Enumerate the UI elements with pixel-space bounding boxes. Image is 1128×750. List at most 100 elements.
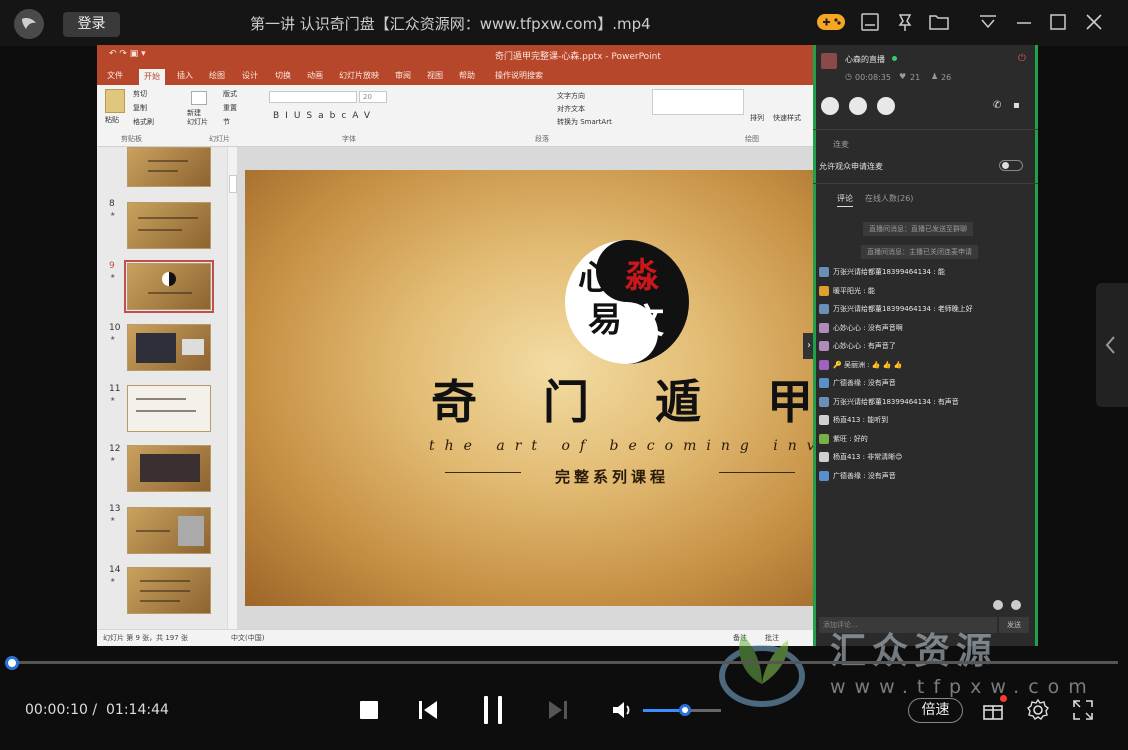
live-stream-panel: 心森的直播 ⏻ ◷ 00:08:35 ♥ 21 ♟ 26 ✆ ▪ 连麦 允许观众… <box>813 45 1038 646</box>
undo-icon: ↶ ↷ ▣ ▾ <box>109 49 146 59</box>
volume-handle[interactable] <box>679 704 691 716</box>
group-font: 字体 <box>342 135 356 143</box>
close-icon[interactable] <box>1083 11 1105 33</box>
side-panel-toggle[interactable] <box>1096 283 1128 407</box>
chat-avatar <box>819 285 829 296</box>
folder-icon[interactable] <box>928 11 950 33</box>
chat-message: 广德善缘 : 没有声音 <box>819 378 896 388</box>
viewers-icon: ♟ <box>931 72 939 81</box>
viewers-count: 26 <box>941 73 952 82</box>
chevron-left-icon <box>1105 336 1115 354</box>
previous-button[interactable] <box>416 698 440 722</box>
tab-comments: 评论 <box>837 193 853 207</box>
maximize-icon[interactable] <box>1047 11 1069 33</box>
ppt-tell-me: 操作说明搜索 <box>495 71 543 80</box>
slide-star-icon: ★ <box>110 516 116 523</box>
slide: 心 淼 易 文 奇门遁甲 the art of becoming invisib… <box>245 170 913 606</box>
progress-handle[interactable] <box>5 656 19 670</box>
system-message: 直播间消息：主播已关闭连麦申请 <box>861 245 978 259</box>
chat-user: 🔑 吴丽洲 <box>833 360 865 369</box>
cut-label: 剪切 <box>133 90 147 98</box>
clock-icon: ◷ <box>845 72 852 81</box>
notes-button: 备注 <box>733 634 747 642</box>
slide-number: 13 <box>109 504 121 514</box>
ppt-tab-insert: 插入 <box>177 71 193 80</box>
chat-avatar <box>819 378 829 388</box>
chat-user: 心妙心心 <box>833 323 861 332</box>
ppt-status-bar: 幻灯片 第 9 张，共 197 张 中文(中国) 备注 批注 <box>97 629 813 646</box>
ppt-document-title: 奇门遁甲完整课-心森.pptx - PowerPoint <box>495 52 661 62</box>
progress-bar[interactable] <box>12 661 1118 664</box>
chat-avatar <box>819 341 829 351</box>
copy-label: 复制 <box>133 104 147 112</box>
slide-star-icon: ★ <box>110 211 116 218</box>
menu-icon[interactable] <box>977 11 999 33</box>
align-text-label: 对齐文本 <box>557 105 585 113</box>
paste-icon <box>105 89 125 113</box>
group-drawing: 绘图 <box>745 135 759 143</box>
minimize-icon[interactable] <box>1013 11 1035 33</box>
ppt-title-bar: ↶ ↷ ▣ ▾ 奇门遁甲完整课-心森.pptx - PowerPoint <box>97 45 813 67</box>
new-slide-label: 新建 幻灯片 <box>187 109 208 126</box>
chat-text: 没有声音 <box>867 379 896 387</box>
language-status: 中文(中国) <box>231 634 265 642</box>
paste-label: 粘贴 <box>105 116 119 124</box>
chat-user: 万张兴请给都董18399464134 <box>833 268 931 276</box>
slide-thumbnail <box>127 567 211 614</box>
stop-button[interactable] <box>358 699 380 721</box>
chat-avatar <box>819 396 829 407</box>
slide-number: 12 <box>109 444 121 454</box>
chat-message: 🔑 吴丽洲 : 👍 👍 👍 <box>819 359 903 370</box>
slide-thumbnail <box>127 445 211 492</box>
settings-gear-icon[interactable] <box>1026 698 1050 722</box>
chat-text: 没有声音 <box>867 471 896 480</box>
slide-number: 14 <box>109 565 121 575</box>
chat-avatar <box>819 433 829 444</box>
app-logo[interactable] <box>14 9 44 39</box>
window-title: 第一讲 认识奇门盘【汇众资源网：www.tfpxw.com】.mp4 <box>250 15 651 33</box>
playback-speed-button[interactable]: 倍速 <box>908 698 963 723</box>
chat-avatar <box>819 304 829 314</box>
decorative-line <box>445 472 521 473</box>
ppt-tab-transitions: 切换 <box>275 71 291 80</box>
next-button[interactable] <box>546 698 570 722</box>
chat-user: 万张兴请给都董18399464134 <box>833 397 931 406</box>
slide-number: 10 <box>109 323 121 333</box>
pin-icon[interactable] <box>894 11 916 33</box>
login-button[interactable]: 登录 <box>63 12 120 37</box>
chat-text: 没有声音啊 <box>867 323 903 332</box>
chat-avatar <box>819 470 829 481</box>
slide-number: 8 <box>109 199 115 209</box>
slide-star-icon: ★ <box>110 273 116 280</box>
pause-button[interactable] <box>478 693 508 727</box>
slide-position: 幻灯片 第 9 张，共 197 张 <box>103 634 188 642</box>
ppt-tab-design: 设计 <box>242 71 258 80</box>
ppt-tab-home: 开始 <box>139 69 165 85</box>
group-clipboard: 剪贴板 <box>121 135 142 143</box>
volume-icon[interactable] <box>610 698 634 722</box>
slide-canvas: 心 淼 易 文 奇门遁甲 the art of becoming invisib… <box>237 147 913 629</box>
comments-button: 批注 <box>765 634 779 642</box>
avatar <box>821 53 837 69</box>
arrange-label: 排列 <box>750 114 764 122</box>
playlist-icon[interactable] <box>859 11 881 33</box>
chat-user: 心妙心心 <box>833 342 861 350</box>
chat-text: 👍 👍 👍 <box>871 360 903 369</box>
emoji-icon <box>1011 600 1021 610</box>
slide-star-icon: ★ <box>110 577 116 584</box>
chat-message: 杨直413 : 能听到 <box>819 415 888 425</box>
quick-styles-label: 快速样式 <box>773 114 801 122</box>
chat-message: 万张兴请给都董18399464134 : 老师晚上好 <box>819 304 973 314</box>
reset-label: 重置 <box>223 104 237 112</box>
chat-user: 紫旺 <box>833 434 847 443</box>
notification-dot <box>1000 695 1007 702</box>
camera-icon <box>821 97 839 115</box>
video-frame[interactable]: ↶ ↷ ▣ ▾ 奇门遁甲完整课-心森.pptx - PowerPoint 文件 … <box>97 45 1038 646</box>
comment-input: 添加评论... <box>819 617 997 633</box>
ppt-ribbon-tabs: 文件 开始 插入 绘图 设计 切换 动画 幻灯片放映 审阅 视图 帮助 操作说明… <box>97 67 813 85</box>
font-size-value: 20 <box>363 93 372 101</box>
game-icon[interactable] <box>816 10 846 34</box>
decorative-line <box>719 472 795 473</box>
fullscreen-icon[interactable] <box>1071 698 1095 722</box>
chat-text: 有声音了 <box>867 342 896 350</box>
